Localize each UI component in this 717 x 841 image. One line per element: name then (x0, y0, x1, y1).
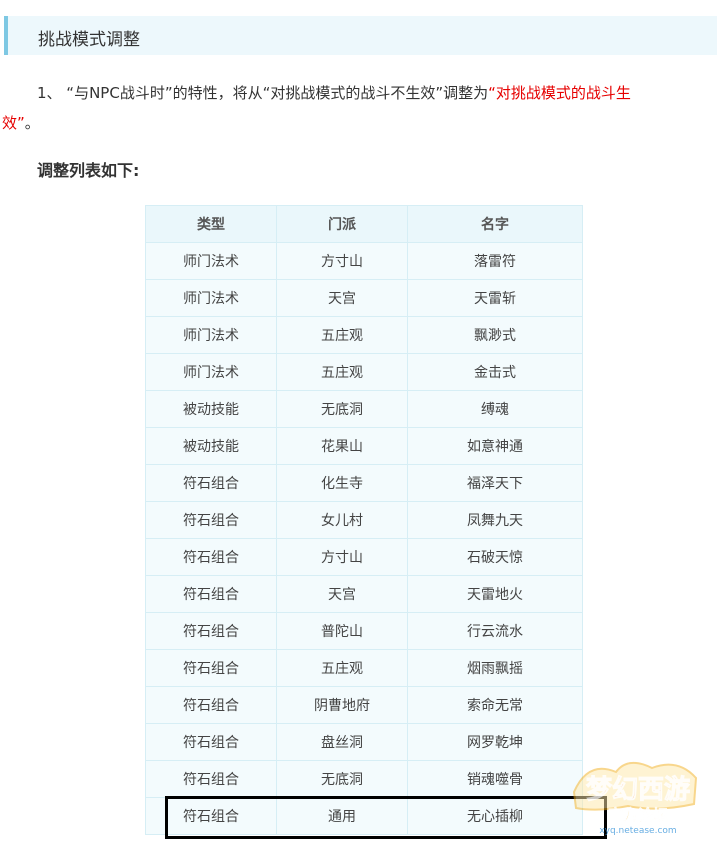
cell-skill-name: 索命无常 (407, 686, 583, 724)
cell-type: 被动技能 (145, 427, 277, 465)
cell-skill-name: 金击式 (407, 353, 583, 391)
paragraph-line-2: 效”。 (2, 108, 40, 138)
cell-skill-name: 天雷斩 (407, 279, 583, 317)
paragraph-period: 。 (24, 114, 40, 132)
cell-skill-name: 烟雨飘摇 (407, 649, 583, 687)
cell-type: 符石组合 (145, 686, 277, 724)
cell-school: 五庄观 (276, 649, 408, 687)
table-row: 被动技能 无底洞 缚魂 (145, 390, 583, 428)
header-school: 门派 (276, 205, 408, 243)
table-row: 师门法术 五庄观 金击式 (145, 353, 583, 391)
cell-type: 符石组合 (145, 464, 277, 502)
cell-type: 符石组合 (145, 649, 277, 687)
table-row: 符石组合 通用 无心插柳 (145, 797, 583, 835)
cell-skill-name: 行云流水 (407, 612, 583, 650)
cell-school: 天宫 (276, 279, 408, 317)
cell-type: 符石组合 (145, 612, 277, 650)
section-title: 挑战模式调整 (38, 30, 140, 50)
cell-type: 师门法术 (145, 279, 277, 317)
logo-graphic: 梦幻西游 官方论坛 xyq.netease.com (572, 761, 698, 836)
cell-school: 通用 (276, 797, 408, 835)
table-row: 符石组合 方寸山 石破天惊 (145, 538, 583, 576)
cell-school: 盘丝洞 (276, 723, 408, 761)
cell-school: 五庄观 (276, 353, 408, 391)
cell-skill-name: 福泽天下 (407, 464, 583, 502)
table-row: 符石组合 盘丝洞 网罗乾坤 (145, 723, 583, 761)
cell-skill-name: 飘渺式 (407, 316, 583, 354)
logo-brand-text: 梦幻西游 (586, 775, 690, 805)
cell-school: 花果山 (276, 427, 408, 465)
cell-skill-name: 网罗乾坤 (407, 723, 583, 761)
table-header-row: 类型 门派 名字 (145, 205, 583, 243)
cell-school: 化生寺 (276, 464, 408, 502)
cell-type: 符石组合 (145, 501, 277, 539)
section-header: 挑战模式调整 (4, 16, 717, 55)
table-row: 师门法术 方寸山 落雷符 (145, 242, 583, 280)
cell-skill-name: 落雷符 (407, 242, 583, 280)
cell-school: 方寸山 (276, 538, 408, 576)
cell-school: 方寸山 (276, 242, 408, 280)
cell-type: 师门法术 (145, 316, 277, 354)
table-row: 师门法术 天宫 天雷斩 (145, 279, 583, 317)
cell-skill-name: 缚魂 (407, 390, 583, 428)
cell-type: 师门法术 (145, 353, 277, 391)
cell-school: 五庄观 (276, 316, 408, 354)
list-subheading: 调整列表如下: (37, 161, 140, 180)
table-row: 符石组合 阴曹地府 索命无常 (145, 686, 583, 724)
paragraph-text: 1、 “与NPC战斗时”的特性，将从“对挑战模式的战斗不生效”调整为 (37, 84, 489, 102)
paragraph-highlight-text-end: 效” (2, 114, 25, 132)
logo-sub-text: 官方论坛 (608, 806, 668, 824)
forum-logo-watermark: 梦幻西游 官方论坛 xyq.netease.com (572, 761, 698, 836)
cell-school: 天宫 (276, 575, 408, 613)
cell-type: 符石组合 (145, 723, 277, 761)
cell-school: 普陀山 (276, 612, 408, 650)
cell-type: 被动技能 (145, 390, 277, 428)
cell-type: 符石组合 (145, 760, 277, 798)
table-row: 符石组合 五庄观 烟雨飘摇 (145, 649, 583, 687)
cell-type: 符石组合 (145, 538, 277, 576)
table-row: 符石组合 普陀山 行云流水 (145, 612, 583, 650)
cell-skill-name: 无心插柳 (407, 797, 583, 835)
cell-skill-name: 石破天惊 (407, 538, 583, 576)
cell-school: 阴曹地府 (276, 686, 408, 724)
logo-url-text: xyq.netease.com (599, 826, 676, 836)
paragraph-highlight-text: “对挑战模式的战斗生 (488, 84, 631, 102)
adjustment-table: 类型 门派 名字 师门法术 方寸山 落雷符 师门法术 天宫 天雷斩 师门法术 五庄观 飘渺式 师门… (145, 205, 583, 835)
header-name: 名字 (407, 205, 583, 243)
cell-school: 无底洞 (276, 390, 408, 428)
table-row: 符石组合 天宫 天雷地火 (145, 575, 583, 613)
paragraph-line-1: 1、 “与NPC战斗时”的特性，将从“对挑战模式的战斗不生效”调整为“对挑战模式… (37, 78, 631, 108)
cell-skill-name: 凤舞九天 (407, 501, 583, 539)
cell-type: 符石组合 (145, 797, 277, 835)
table-row: 师门法术 五庄观 飘渺式 (145, 316, 583, 354)
cell-type: 师门法术 (145, 242, 277, 280)
cell-school: 无底洞 (276, 760, 408, 798)
cell-skill-name: 天雷地火 (407, 575, 583, 613)
header-type: 类型 (145, 205, 277, 243)
cell-skill-name: 如意神通 (407, 427, 583, 465)
table-row: 符石组合 化生寺 福泽天下 (145, 464, 583, 502)
table-row: 被动技能 花果山 如意神通 (145, 427, 583, 465)
table-row: 符石组合 无底洞 销魂噬骨 (145, 760, 583, 798)
cell-school: 女儿村 (276, 501, 408, 539)
cell-type: 符石组合 (145, 575, 277, 613)
table-row: 符石组合 女儿村 凤舞九天 (145, 501, 583, 539)
table-body: 师门法术 方寸山 落雷符 师门法术 天宫 天雷斩 师门法术 五庄观 飘渺式 师门法术 五庄观 金击式被… (145, 242, 583, 835)
cell-skill-name: 销魂噬骨 (407, 760, 583, 798)
